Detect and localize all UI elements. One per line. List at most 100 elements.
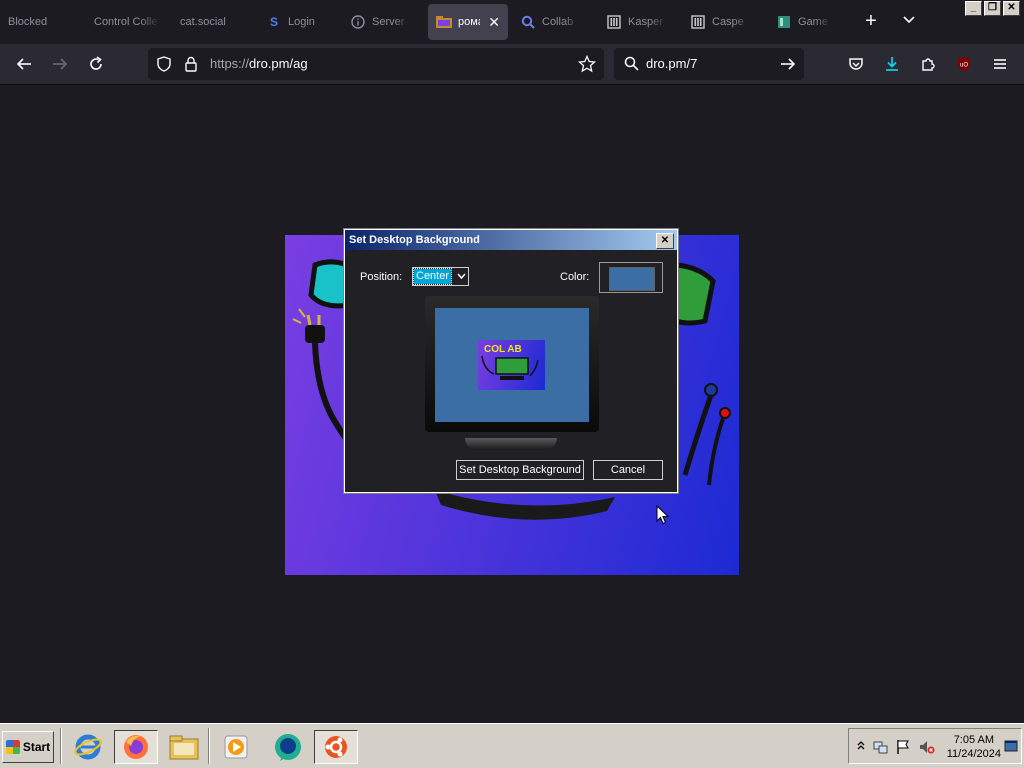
svg-text:COL AB: COL AB (484, 344, 522, 355)
tab-label: Caspe (712, 16, 744, 28)
tab-label: Kasper (628, 16, 663, 28)
reload-icon (90, 56, 102, 70)
search-go-arrow-icon[interactable] (780, 56, 796, 77)
arrow-right-icon (53, 58, 68, 70)
reload-button[interactable] (84, 52, 108, 76)
clock-date: 11/24/2024 (946, 748, 1001, 760)
action-center-flag-icon[interactable] (895, 739, 911, 755)
tab-login[interactable]: S Login (266, 4, 336, 40)
tab-blocked[interactable]: Blocked (8, 4, 78, 40)
clock[interactable]: 7:05 AM 11/24/2024 (947, 733, 1001, 761)
tab-control-colle[interactable]: Control Colle (94, 4, 160, 40)
tab-kasper[interactable]: Kasper (606, 4, 668, 40)
tab-label: Login (288, 16, 315, 28)
forward-button[interactable] (48, 52, 72, 76)
pocket-button[interactable] (844, 52, 868, 76)
tab-game[interactable]: Game (776, 4, 832, 40)
info-icon (350, 14, 366, 30)
set-desktop-background-button[interactable]: Set Desktop Background (456, 460, 584, 480)
search-icon (624, 56, 639, 76)
url-host-path: dro.pm/ag (249, 56, 308, 71)
messenger-icon[interactable] (266, 730, 310, 764)
minimize-button[interactable]: _ (965, 1, 982, 16)
close-window-button[interactable]: ✕ (1003, 1, 1020, 16)
firefox-icon[interactable] (114, 730, 158, 764)
tab-label: Collab (542, 16, 574, 28)
window-icon (776, 14, 792, 30)
tab-strip: Blocked Control Colle cat.social S Login… (0, 0, 1024, 44)
restore-button[interactable]: ❐ (984, 1, 1001, 16)
taskbar-separator (208, 728, 210, 764)
monitor-preview: COL AB (425, 296, 599, 450)
system-tray: 7:05 AM 11/24/2024 (848, 728, 1022, 764)
dialog-close-button[interactable]: ✕ (656, 233, 674, 249)
tab-caspe[interactable]: Caspe (690, 4, 752, 40)
search-bar[interactable]: dro.pm/7 (614, 48, 804, 80)
list-all-tabs-chevron-icon[interactable] (902, 12, 916, 28)
plug-icon (292, 308, 325, 343)
search-text: dro.pm/7 (646, 56, 698, 71)
extensions-button[interactable] (916, 52, 940, 76)
tab-label: Control Colle (94, 16, 158, 28)
navigation-toolbar: https://dro.pm/ag dro.pm/7 uO (0, 44, 1024, 85)
preview-screen: COL AB (435, 308, 589, 422)
s-logo-icon: S (269, 15, 278, 29)
tab-label: cat.social (180, 16, 226, 28)
lock-icon[interactable] (184, 56, 198, 77)
ubuntu-icon[interactable] (314, 730, 358, 764)
start-label: Start (22, 740, 51, 754)
color-picker-button[interactable] (599, 262, 663, 293)
url-text[interactable]: https://dro.pm/ag (210, 56, 308, 71)
show-hidden-icons-chevron-icon[interactable] (853, 739, 869, 755)
tab-label: Game (798, 16, 828, 28)
dialog-title: Set Desktop Background (349, 234, 480, 246)
start-button[interactable]: Start (2, 731, 54, 763)
chevron-down-icon (457, 269, 466, 286)
menu-button[interactable] (988, 52, 1012, 76)
dialog-title-bar[interactable]: Set Desktop Background (345, 230, 677, 250)
back-button[interactable] (12, 52, 36, 76)
shield-icon[interactable] (156, 56, 172, 77)
new-tab-button[interactable]: + (862, 11, 880, 31)
monitor-stand (465, 438, 557, 450)
close-tab-icon[interactable]: ✕ (488, 14, 500, 31)
building-icon (690, 14, 706, 30)
folder-icon[interactable] (162, 730, 206, 764)
clock-time: 7:05 AM (953, 734, 995, 746)
position-label: Position: (360, 271, 403, 283)
puzzle-icon (922, 58, 935, 71)
tab-label: Server (372, 16, 405, 28)
tab-cat-social[interactable]: cat.social (180, 4, 248, 40)
window-caption-buttons: _ ❐ ✕ (965, 1, 1020, 16)
tab-roma[interactable]: рома ✕ (428, 4, 508, 40)
url-scheme: https:// (210, 56, 250, 71)
folder-image-icon (436, 14, 452, 30)
download-icon (886, 57, 898, 71)
cancel-button[interactable]: Cancel (593, 460, 663, 480)
search-icon (520, 14, 536, 30)
tab-collab[interactable]: Collab (520, 4, 582, 40)
volume-muted-icon[interactable] (919, 739, 935, 755)
tab-server[interactable]: Server (350, 4, 412, 40)
tab-label: Blocked (8, 16, 48, 28)
ie-icon[interactable] (66, 730, 110, 764)
position-select[interactable]: Center (412, 267, 469, 286)
network-icon[interactable] (873, 739, 889, 755)
windows-flag-icon (5, 740, 20, 754)
show-desktop-icon[interactable] (1003, 739, 1019, 755)
bookmark-star-icon[interactable] (577, 54, 597, 78)
svg-text:uO: uO (960, 63, 968, 69)
ublock-button[interactable]: uO (952, 52, 976, 76)
downloads-button[interactable] (880, 52, 904, 76)
hamburger-menu-icon (994, 59, 1006, 69)
arrow-left-icon (16, 58, 31, 70)
url-bar[interactable]: https://dro.pm/ag (148, 48, 604, 80)
position-selected-value: Center (412, 268, 453, 285)
taskbar-separator (60, 728, 62, 764)
color-swatch (609, 267, 655, 291)
taskbar: Start 7:05 AM 11/24/2024 (0, 723, 1024, 768)
set-desktop-background-dialog: Set Desktop Background ✕ Position: Cente… (344, 229, 678, 493)
preview-wallpaper-thumbnail: COL AB (478, 340, 545, 390)
media-player-icon[interactable] (214, 730, 258, 764)
ublock-shield-icon: uO (958, 57, 970, 71)
